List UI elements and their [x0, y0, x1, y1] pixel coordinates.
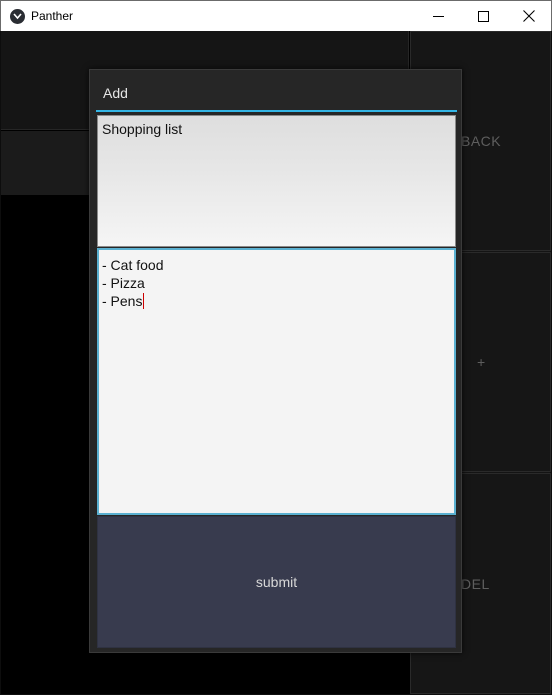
dialog-title-separator: [96, 110, 457, 112]
dialog-title: Add: [103, 85, 128, 101]
text-caret: [143, 293, 145, 309]
add-note-dialog: Add Shopping list - Cat food - Pizza - P…: [89, 69, 462, 653]
app-window: Panther BACK + DEL Add Shopping list - C…: [0, 0, 552, 695]
note-title-input[interactable]: Shopping list: [97, 115, 456, 247]
delete-button-label: DEL: [461, 575, 490, 592]
maximize-icon: [477, 10, 489, 22]
submit-button[interactable]: submit: [97, 516, 456, 648]
close-button[interactable]: [506, 1, 552, 31]
minimize-icon: [432, 15, 444, 17]
note-body-input[interactable]: - Cat food - Pizza - Pens: [97, 248, 456, 515]
minimize-button[interactable]: [415, 1, 461, 31]
note-body-line: - Cat food: [102, 257, 164, 273]
note-body-line: - Pizza: [102, 275, 145, 291]
close-icon: [523, 10, 535, 22]
maximize-button[interactable]: [460, 1, 506, 31]
title-bar: Panther: [0, 0, 552, 31]
app-logo-icon: [10, 9, 25, 24]
window-title: Panther: [31, 9, 74, 23]
back-button-label: BACK: [461, 133, 502, 149]
note-body-line: - Pens: [102, 293, 143, 309]
add-button-label: +: [477, 354, 486, 370]
